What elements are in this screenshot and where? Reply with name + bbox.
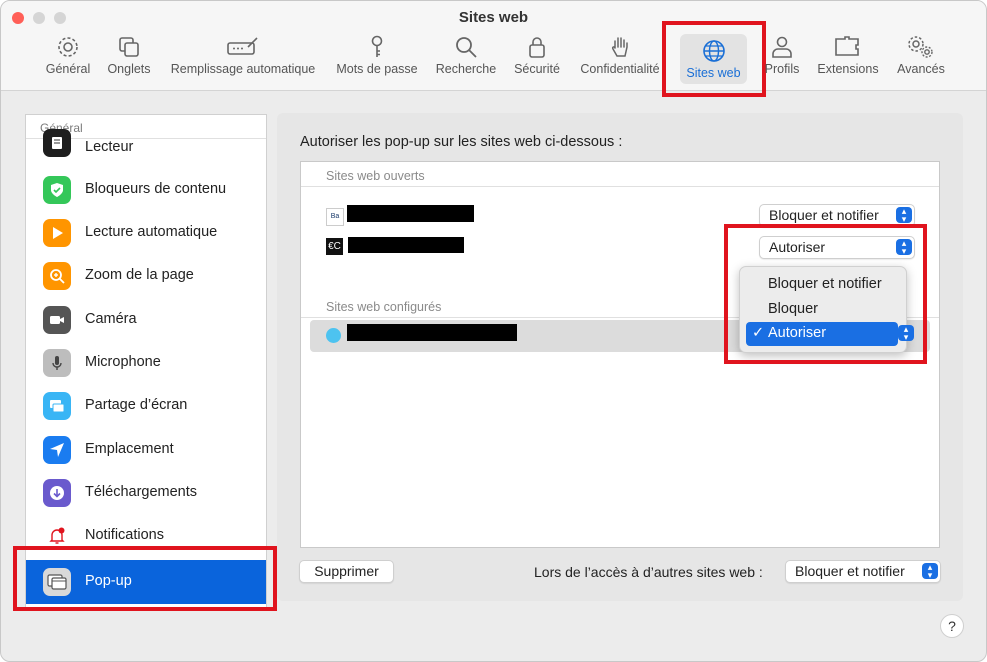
reader-icon: [43, 129, 71, 157]
toolbar-autofill[interactable]: Remplissage automatique: [166, 35, 320, 83]
delete-button[interactable]: Supprimer: [299, 560, 394, 583]
site-favicon: Ba: [326, 208, 344, 226]
toolbar-profiles[interactable]: Profils: [761, 35, 803, 83]
preferences-window: Sites web Général Onglets Remplissage au…: [0, 0, 987, 662]
sidebar-item-label: Microphone: [85, 354, 161, 370]
puzzle-icon: [835, 36, 859, 56]
toolbar-tabs[interactable]: Onglets: [103, 35, 155, 83]
play-icon: [43, 219, 71, 247]
toolbar-privacy-label: Confidentialité: [580, 62, 660, 76]
sidebar-item-label: Partage d’écran: [85, 397, 188, 413]
sidebar-item-autoplay[interactable]: Lecture automatique: [26, 212, 266, 255]
sidebar-item-label: Zoom de la page: [85, 267, 194, 283]
other-sites-popup[interactable]: Bloquer et notifier ▴ ▾: [785, 560, 941, 583]
toolbar-autofill-label: Remplissage automatique: [170, 62, 316, 76]
sidebar-item-content-blockers[interactable]: Bloqueurs de contenu: [26, 169, 266, 212]
redacted-site-name: [347, 324, 517, 341]
toolbar-extensions-label: Extensions: [817, 62, 879, 76]
toolbar-search[interactable]: Recherche: [432, 35, 500, 83]
help-button[interactable]: ?: [940, 614, 964, 638]
toolbar-security[interactable]: Sécurité: [509, 35, 565, 83]
zoom-icon: [43, 262, 71, 290]
globe-icon: [702, 40, 725, 62]
sidebar: Général Lecteur Bloqueurs de contenu Lec…: [25, 114, 267, 608]
sidebar-item-label: Notifications: [85, 527, 164, 543]
toolbar-advanced-label: Avancés: [897, 62, 945, 76]
shield-check-icon: [43, 176, 71, 204]
sidebar-item-location[interactable]: Emplacement: [26, 429, 266, 472]
person-icon: [772, 36, 792, 58]
list-divider: [301, 186, 939, 187]
chevron-updown-icon: ▴ ▾: [922, 563, 938, 580]
gear-icon: [58, 37, 78, 57]
highlight-box: [724, 224, 927, 364]
sidebar-item-microphone[interactable]: Microphone: [26, 342, 266, 385]
toolbar-tabs-label: Onglets: [107, 62, 151, 76]
autofill-icon: [227, 37, 258, 55]
other-sites-label: Lors de l’accès à d’autres sites web :: [534, 564, 763, 580]
download-icon: [43, 479, 71, 507]
toolbar-websites-label: Sites web: [686, 66, 741, 80]
key-icon: [371, 35, 383, 57]
toolbar-general-label: Général: [45, 62, 91, 76]
toolbar-advanced[interactable]: Avancés: [892, 35, 950, 83]
redacted-site-name: [348, 237, 464, 253]
configured-sites-header: Sites web configurés: [326, 300, 442, 314]
sidebar-item-page-zoom[interactable]: Zoom de la page: [26, 255, 266, 298]
hand-icon: [612, 37, 628, 57]
toolbar-profiles-label: Profils: [764, 62, 800, 76]
chevron-updown-icon: ▴ ▾: [896, 207, 912, 224]
toolbar-passwords[interactable]: Mots de passe: [332, 35, 422, 83]
camera-icon: [43, 306, 71, 334]
lock-icon: [529, 37, 545, 58]
gears-icon: [908, 36, 933, 58]
sidebar-item-downloads[interactable]: Téléchargements: [26, 472, 266, 515]
site-setting-value: Bloquer et notifier: [769, 207, 879, 223]
site-favicon: [326, 328, 341, 343]
sidebar-item-label: Emplacement: [85, 441, 174, 457]
toolbar-general[interactable]: Général: [42, 35, 94, 83]
toolbar-security-label: Sécurité: [514, 62, 560, 76]
microphone-icon: [43, 349, 71, 377]
toolbar: Sites web Général Onglets Remplissage au…: [1, 1, 986, 91]
window-title: Sites web: [458, 9, 529, 26]
search-icon: [456, 37, 477, 58]
sidebar-item-label: Lecteur: [85, 139, 134, 155]
toolbar-extensions[interactable]: Extensions: [813, 35, 883, 83]
sidebar-item-screen-sharing[interactable]: Partage d’écran: [26, 385, 266, 428]
sidebar-item-reader[interactable]: Lecteur: [26, 129, 266, 163]
toolbar-search-label: Recherche: [435, 62, 497, 76]
sidebar-item-label: Bloqueurs de contenu: [85, 181, 227, 197]
other-sites-value: Bloquer et notifier: [795, 563, 905, 579]
redacted-site-name: [347, 205, 474, 222]
site-favicon: €C: [326, 238, 343, 255]
toolbar-privacy[interactable]: Confidentialité: [575, 35, 665, 83]
toolbar-passwords-label: Mots de passe: [336, 62, 418, 76]
sidebar-item-label: Caméra: [85, 311, 137, 327]
highlight-box: [13, 546, 277, 611]
toolbar-websites[interactable]: Sites web: [680, 34, 747, 84]
sidebar-item-camera[interactable]: Caméra: [26, 299, 266, 342]
location-icon: [43, 436, 71, 464]
page-title: Autoriser les pop-up sur les sites web c…: [300, 134, 623, 150]
screen-share-icon: [43, 392, 71, 420]
sidebar-item-label: Lecture automatique: [85, 224, 218, 240]
open-sites-header: Sites web ouverts: [326, 169, 425, 183]
sidebar-item-label: Téléchargements: [85, 484, 198, 500]
tabs-icon: [119, 37, 139, 57]
